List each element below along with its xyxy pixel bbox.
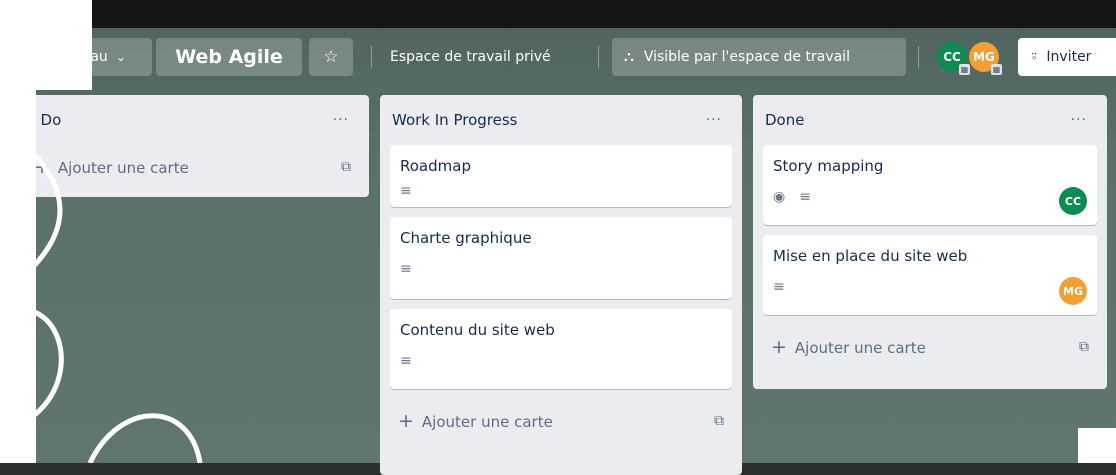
description-icon: ≡ [400,261,412,277]
card-badges: ≡ [400,347,722,375]
workspace-link[interactable]: Espace de travail privé [390,38,551,76]
add-card-button[interactable]: + Ajouter une carte ⧉ [763,325,1097,369]
header-divider [371,46,372,68]
invite-label: Inviter [1046,49,1092,65]
top-bar [0,0,1116,28]
card-title: Charte graphique [400,229,532,247]
board-title[interactable]: Web Agile [156,38,302,76]
decorative-stroke [87,413,203,463]
add-user-icon: ⍤ [1030,49,1039,65]
description-icon: ≡ [400,353,412,369]
plus-icon: + [771,336,787,358]
member-avatar-cc[interactable]: CC ▦ [937,42,970,75]
card[interactable]: Mise en place du site web ≡ MG [763,235,1097,315]
card-member-avatar[interactable]: CC [1059,187,1087,215]
card-badges: ≡ [400,177,722,205]
header-divider [918,46,919,68]
card-title: Contenu du site web [400,321,555,339]
avatar-initials: CC [943,50,961,64]
admin-badge-icon: ▦ [991,64,1002,75]
card[interactable]: Charte graphique ≡ [390,217,732,299]
card-title: Roadmap [400,157,471,175]
list-menu-icon[interactable]: ··· [1071,112,1087,128]
list-menu-icon[interactable]: ··· [706,112,722,128]
list-header: Done ··· [763,95,1097,145]
card-title: Story mapping [773,157,884,175]
add-card-label: Ajouter une carte [794,339,926,357]
chevron-down-icon: ⌄ [115,50,126,64]
list-header: To Do ··· [18,95,359,145]
people-icon: ⛬ [624,49,634,65]
add-card-button[interactable]: + Ajouter une carte ⧉ [390,399,732,443]
list-done: Done ··· Story mapping ◉ ≡ CC Mise en pl… [753,95,1107,389]
card-badges: ≡ [773,273,1087,301]
avatar-initials: MG [973,50,995,64]
list-menu-icon[interactable]: ··· [333,112,349,128]
list-work-in-progress: Work In Progress ··· Roadmap ≡ Charte gr… [380,95,742,475]
decorative-overlay-corner [1078,428,1116,463]
card[interactable]: Contenu du site web ≡ [390,309,732,389]
decorative-stroke [28,150,63,272]
card-template-icon[interactable]: ⧉ [1079,339,1089,355]
card[interactable]: Story mapping ◉ ≡ CC [763,145,1097,225]
list-title[interactable]: Work In Progress [392,111,517,129]
description-icon: ≡ [799,189,811,205]
invite-button[interactable]: ⍤ Inviter [1018,38,1116,76]
star-icon: ☆ [323,47,339,67]
star-button[interactable]: ☆ [309,38,353,76]
avatar-initials: MG [1063,284,1083,298]
visibility-label: Visible par l'espace de travail [643,49,850,65]
header-divider [598,46,599,68]
card-template-icon[interactable]: ⧉ [714,413,724,429]
add-card-label: Ajouter une carte [421,413,553,431]
watch-icon: ◉ [773,189,786,205]
decorative-overlay-block [0,0,92,90]
card-template-icon[interactable]: ⧉ [341,159,351,175]
visibility-button[interactable]: ⛬ Visible par l'espace de travail [612,38,906,76]
list-header: Work In Progress ··· [390,95,732,145]
description-icon: ≡ [773,279,785,295]
card-badges: ◉ ≡ [773,183,1087,211]
description-icon: ≡ [400,183,412,199]
admin-badge-icon: ▦ [959,64,970,75]
avatar-initials: CC [1064,194,1082,208]
card-title: Mise en place du site web [773,247,968,265]
decorative-script-lettering [0,150,203,463]
member-avatar-mg[interactable]: MG ▦ [969,42,1002,75]
card[interactable]: Roadmap ≡ [390,145,732,207]
decorative-stroke [0,306,64,423]
plus-icon: + [398,410,414,432]
card-member-avatar[interactable]: MG [1059,277,1087,305]
list-title[interactable]: Done [765,111,804,129]
card-badges: ≡ [400,255,722,283]
